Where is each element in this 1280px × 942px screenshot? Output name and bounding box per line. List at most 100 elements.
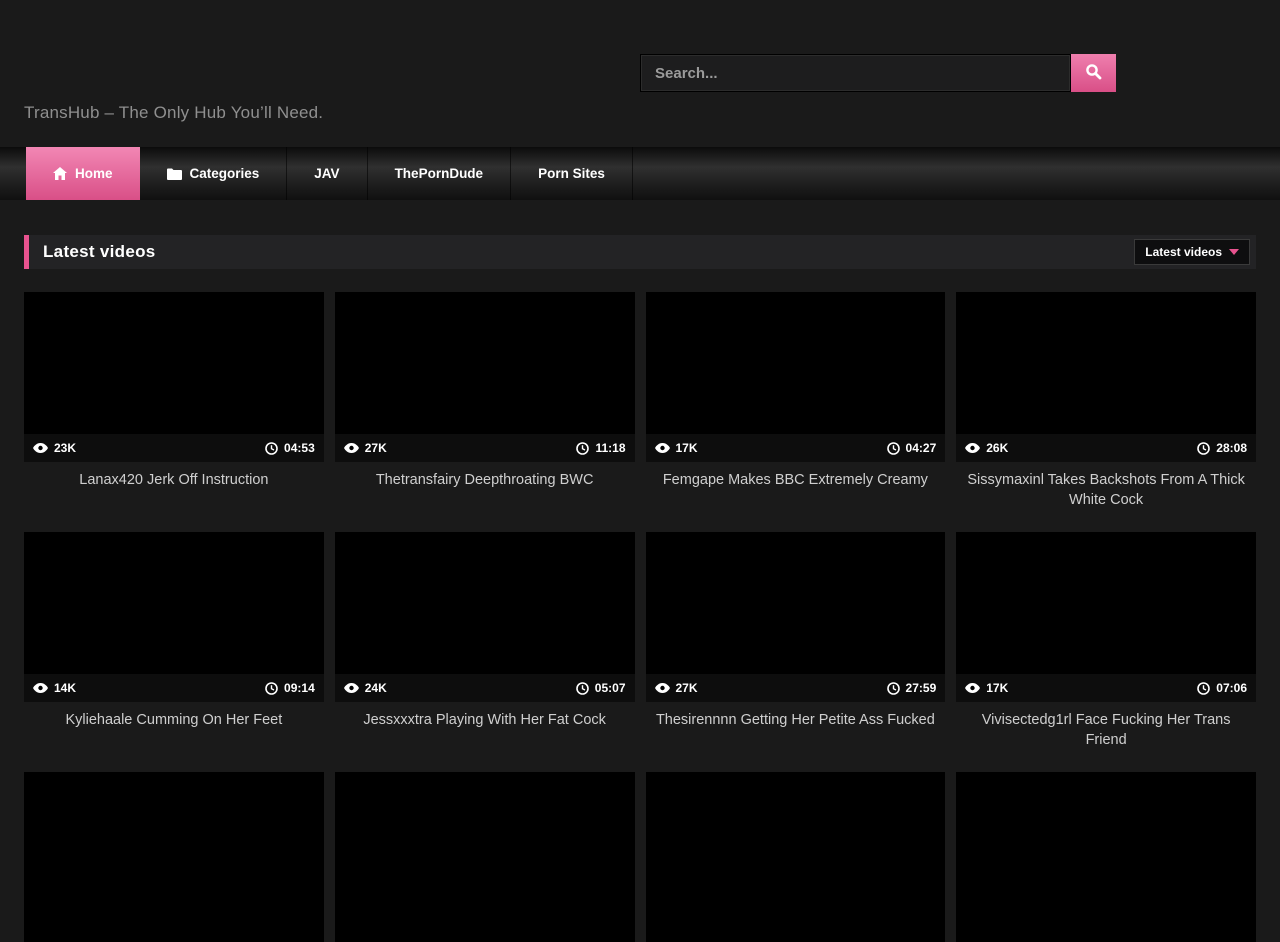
video-title[interactable]: Jessxxxtra Playing With Her Fat Cock (335, 710, 635, 754)
eye-icon (33, 443, 48, 453)
nav-item-theporndude[interactable]: ThePornDude (368, 147, 512, 200)
video-thumbnail[interactable]: 24K 05:07 (335, 532, 635, 702)
duration-stat: 28:08 (1197, 441, 1247, 455)
views-count: 26K (986, 441, 1008, 455)
video-card[interactable]: 27K 11:18 Thetransfairy Deepthroating BW… (335, 292, 635, 514)
video-thumbnail[interactable]: 27K 11:18 (335, 292, 635, 462)
eye-icon (33, 683, 48, 693)
eye-icon (655, 443, 670, 453)
clock-icon (576, 442, 589, 455)
video-thumbnail[interactable]: 26K 28:08 (956, 292, 1256, 462)
clock-icon (1197, 442, 1210, 455)
site-tagline: TransHub – The Only Hub You’ll Need. (24, 103, 323, 123)
video-stats: 14K 09:14 (24, 674, 324, 702)
duration-stat: 11:18 (576, 441, 625, 455)
video-stats: 27K 11:18 (335, 434, 635, 462)
eye-icon (965, 443, 980, 453)
duration-stat: 04:27 (887, 441, 937, 455)
duration-text: 27:59 (906, 681, 937, 695)
video-title[interactable]: Thetransfairy Deepthroating BWC (335, 470, 635, 514)
duration-text: 04:27 (906, 441, 937, 455)
views-stat: 23K (33, 441, 76, 455)
video-card[interactable]: 14K 09:14 Kyliehaale Cumming On Her Feet (24, 532, 324, 754)
nav-item-home[interactable]: Home (26, 147, 140, 200)
nav-item-label: JAV (314, 166, 339, 181)
video-thumbnail[interactable] (646, 772, 946, 942)
video-card[interactable]: 27K 27:59 Thesirennnn Getting Her Petite… (646, 532, 946, 754)
duration-text: 09:14 (284, 681, 315, 695)
video-thumbnail[interactable]: 17K 07:06 (956, 532, 1256, 702)
nav-item-categories[interactable]: Categories (140, 147, 288, 200)
caret-down-icon (1229, 249, 1239, 255)
views-stat: 17K (655, 441, 698, 455)
video-card[interactable]: 17K 07:06 Vivisectedg1rl Face Fucking He… (956, 532, 1256, 754)
video-title[interactable]: Kyliehaale Cumming On Her Feet (24, 710, 324, 754)
eye-icon (344, 443, 359, 453)
views-count: 27K (676, 681, 698, 695)
eye-icon (965, 683, 980, 693)
video-card[interactable] (335, 772, 635, 942)
clock-icon (265, 682, 278, 695)
video-thumbnail[interactable] (24, 772, 324, 942)
views-count: 17K (986, 681, 1008, 695)
video-card[interactable] (956, 772, 1256, 942)
video-card[interactable] (24, 772, 324, 942)
search-button[interactable] (1071, 54, 1116, 92)
views-count: 24K (365, 681, 387, 695)
duration-stat: 04:53 (265, 441, 315, 455)
nav-item-label: Categories (190, 166, 260, 181)
home-icon (53, 167, 67, 180)
video-stats: 23K 04:53 (24, 434, 324, 462)
section-header: Latest videos Latest videos (24, 235, 1256, 269)
duration-stat: 07:06 (1197, 681, 1247, 695)
nav-item-label: ThePornDude (395, 166, 484, 181)
duration-text: 11:18 (595, 441, 625, 455)
folder-icon (167, 168, 182, 180)
video-stats: 26K 28:08 (956, 434, 1256, 462)
video-thumbnail[interactable]: 23K 04:53 (24, 292, 324, 462)
duration-text: 05:07 (595, 681, 626, 695)
video-stats: 24K 05:07 (335, 674, 635, 702)
views-count: 14K (54, 681, 76, 695)
views-stat: 26K (965, 441, 1008, 455)
duration-text: 04:53 (284, 441, 315, 455)
views-stat: 14K (33, 681, 76, 695)
duration-stat: 09:14 (265, 681, 315, 695)
search-input[interactable] (640, 54, 1071, 92)
sort-dropdown[interactable]: Latest videos (1134, 239, 1250, 265)
video-stats: 27K 27:59 (646, 674, 946, 702)
video-thumbnail[interactable]: 14K 09:14 (24, 532, 324, 702)
video-thumbnail[interactable]: 27K 27:59 (646, 532, 946, 702)
video-card[interactable] (646, 772, 946, 942)
video-card[interactable]: 24K 05:07 Jessxxxtra Playing With Her Fa… (335, 532, 635, 754)
views-stat: 24K (344, 681, 387, 695)
duration-stat: 05:07 (576, 681, 626, 695)
video-thumbnail[interactable] (335, 772, 635, 942)
nav-item-label: Home (75, 166, 113, 181)
video-title[interactable]: Vivisectedg1rl Face Fucking Her Trans Fr… (956, 710, 1256, 754)
eye-icon (655, 683, 670, 693)
video-thumbnail[interactable]: 17K 04:27 (646, 292, 946, 462)
views-stat: 27K (655, 681, 698, 695)
clock-icon (576, 682, 589, 695)
clock-icon (887, 442, 900, 455)
video-title[interactable]: Lanax420 Jerk Off Instruction (24, 470, 324, 514)
video-title[interactable]: Sissymaxinl Takes Backshots From A Thick… (956, 470, 1256, 514)
video-card[interactable]: 23K 04:53 Lanax420 Jerk Off Instruction (24, 292, 324, 514)
nav-item-jav[interactable]: JAV (287, 147, 367, 200)
video-title[interactable]: Femgape Makes BBC Extremely Creamy (646, 470, 946, 514)
magnifier-icon (1085, 63, 1102, 83)
duration-stat: 27:59 (887, 681, 937, 695)
views-count: 17K (676, 441, 698, 455)
clock-icon (887, 682, 900, 695)
video-title[interactable]: Thesirennnn Getting Her Petite Ass Fucke… (646, 710, 946, 754)
nav-item-porn-sites[interactable]: Porn Sites (511, 147, 633, 200)
views-count: 23K (54, 441, 76, 455)
nav-item-label: Porn Sites (538, 166, 605, 181)
section-title: Latest videos (43, 242, 156, 262)
video-card[interactable]: 17K 04:27 Femgape Makes BBC Extremely Cr… (646, 292, 946, 514)
sort-dropdown-label: Latest videos (1145, 245, 1222, 259)
search-bar (640, 54, 1116, 92)
video-thumbnail[interactable] (956, 772, 1256, 942)
video-card[interactable]: 26K 28:08 Sissymaxinl Takes Backshots Fr… (956, 292, 1256, 514)
